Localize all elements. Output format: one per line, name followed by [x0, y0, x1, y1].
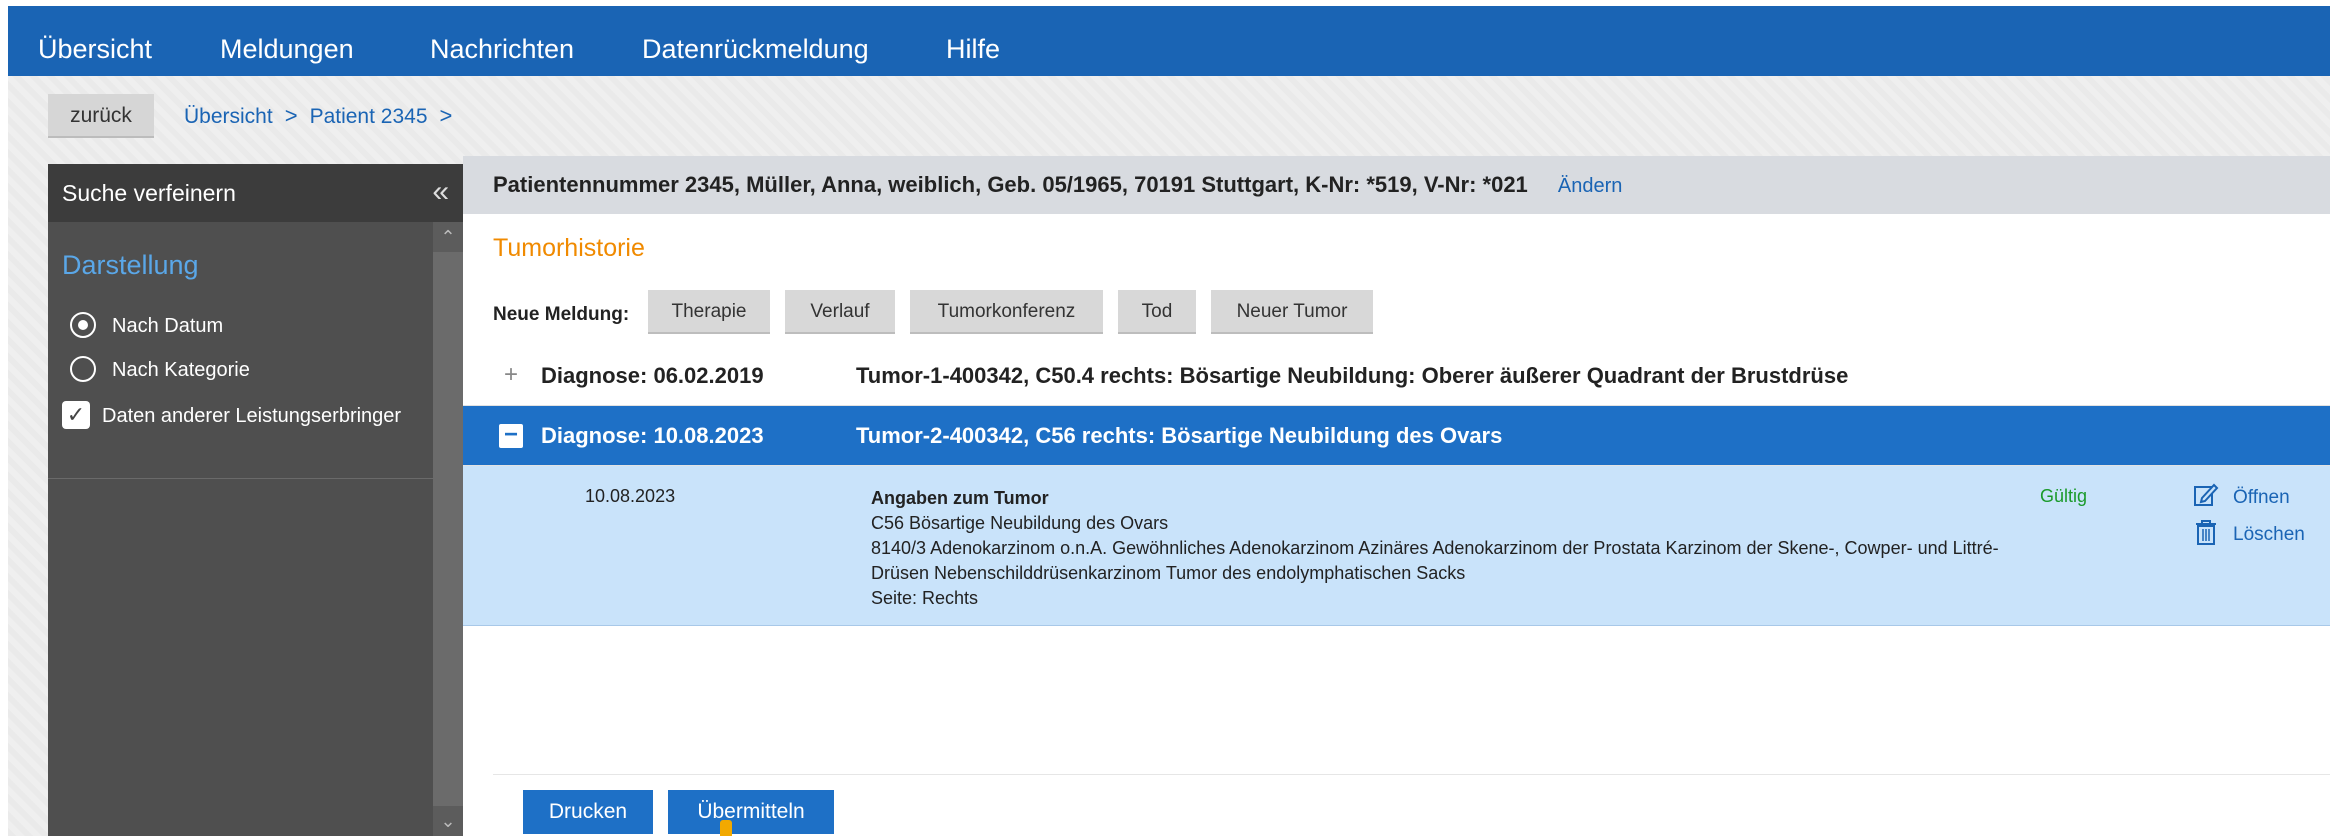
collapse-left-icon[interactable]: «	[432, 164, 449, 220]
detail-line: Seite: Rechts	[871, 588, 979, 608]
new-report-label: Neue Meldung:	[493, 304, 630, 325]
status-valid: Gültig	[2040, 486, 2088, 506]
verlauf-button[interactable]: Verlauf	[785, 290, 895, 334]
open-action[interactable]: Öffnen	[2193, 482, 2290, 514]
detail-body: Angaben zum Tumor C56 Bösartige Neubildu…	[871, 486, 2051, 611]
sidebar-title: Suche verfeinern	[62, 180, 236, 206]
tumor-history-title: Tumorhistorie	[493, 234, 645, 262]
pointer-cursor-icon	[720, 820, 732, 836]
radio-nach-kategorie[interactable]: Nach Kategorie	[70, 354, 250, 386]
trash-icon[interactable]	[2193, 518, 2219, 552]
patient-info-bar: Patientennummer 2345, Müller, Anna, weib…	[463, 156, 2330, 214]
refine-search-sidebar: Suche verfeinern « Darstellung Nach Datu…	[48, 164, 463, 836]
checkbox-other-providers[interactable]: ✓ Daten anderer Leistungserbringer	[62, 400, 432, 432]
diagnosis-row[interactable]: + Diagnose: 06.02.2019 Tumor-1-400342, C…	[463, 346, 2330, 406]
app-frame: Übersicht Meldungen Nachrichten Datenrüc…	[8, 6, 2330, 836]
diagnosis-date: Diagnose: 06.02.2019	[541, 363, 764, 388]
send-button[interactable]: Übermitteln	[668, 790, 834, 834]
sidebar-header: Suche verfeinern «	[48, 164, 463, 222]
detail-date: 10.08.2023	[585, 486, 676, 506]
radio-nach-datum[interactable]: Nach Datum	[70, 310, 223, 342]
nav-hilfe[interactable]: Hilfe	[946, 6, 1000, 76]
checkmark-icon[interactable]: ✓	[62, 400, 90, 429]
edit-icon[interactable]	[2193, 482, 2219, 514]
radio-label: Nach Datum	[112, 315, 224, 337]
nav-meldungen[interactable]: Meldungen	[220, 6, 354, 76]
print-button[interactable]: Drucken	[523, 790, 653, 834]
divider	[48, 478, 433, 479]
top-navigation: Übersicht Meldungen Nachrichten Datenrüc…	[8, 6, 2330, 76]
expand-plus-icon[interactable]: +	[499, 363, 523, 388]
breadcrumb-patient[interactable]: Patient 2345	[310, 105, 428, 128]
diagnosis-date: Diagnose: 10.08.2023	[541, 423, 764, 448]
diagnosis-description: Tumor-1-400342, C50.4 rechts: Bösartige …	[856, 363, 1849, 388]
tod-button[interactable]: Tod	[1118, 290, 1196, 334]
change-link[interactable]: Ändern	[1558, 175, 1623, 197]
detail-line: 8140/3 Adenokarzinom o.n.A. Gewöhnliches…	[871, 538, 1999, 583]
scroll-up-icon[interactable]: ⌃	[433, 222, 463, 252]
delete-action[interactable]: Löschen	[2193, 518, 2305, 552]
display-section-title: Darstellung	[62, 250, 199, 280]
delete-label[interactable]: Löschen	[2233, 524, 2305, 545]
tumor-detail-row: 10.08.2023 Angaben zum Tumor C56 Bösarti…	[463, 466, 2330, 626]
breadcrumb: Übersicht > Patient 2345 >	[184, 94, 464, 138]
breadcrumb-uebersicht[interactable]: Übersicht	[184, 105, 273, 128]
diagnosis-description: Tumor-2-400342, C56 rechts: Bösartige Ne…	[856, 423, 1503, 448]
radio-checked-icon[interactable]	[70, 311, 96, 338]
therapie-button[interactable]: Therapie	[648, 290, 770, 334]
nav-datenrueckmeldung[interactable]: Datenrückmeldung	[642, 6, 869, 76]
patient-info: Patientennummer 2345, Müller, Anna, weib…	[493, 172, 1528, 197]
radio-label: Nach Kategorie	[112, 359, 250, 381]
chevron-right-icon: >	[439, 103, 453, 128]
diagnosis-row-expanded[interactable]: − Diagnose: 10.08.2023 Tumor-2-400342, C…	[463, 406, 2330, 466]
open-label[interactable]: Öffnen	[2233, 487, 2290, 508]
radio-unchecked-icon[interactable]	[70, 355, 96, 382]
back-button[interactable]: zurück	[48, 94, 154, 138]
tumorkonferenz-button[interactable]: Tumorkonferenz	[910, 290, 1103, 334]
sidebar-scrollbar[interactable]: ⌃ ⌄	[433, 222, 463, 836]
nav-uebersicht[interactable]: Übersicht	[38, 6, 152, 76]
nav-nachrichten[interactable]: Nachrichten	[430, 6, 574, 76]
scroll-down-icon[interactable]: ⌄	[433, 806, 463, 836]
neuer-tumor-button[interactable]: Neuer Tumor	[1211, 290, 1373, 334]
detail-title: Angaben zum Tumor	[871, 488, 1049, 508]
chevron-right-icon: >	[284, 103, 298, 128]
divider	[493, 774, 2330, 775]
detail-line: C56 Bösartige Neubildung des Ovars	[871, 513, 1169, 533]
checkbox-label: Daten anderer Leistungserbringer	[102, 405, 402, 427]
main-panel: Patientennummer 2345, Müller, Anna, weib…	[463, 156, 2330, 836]
collapse-minus-icon[interactable]: −	[499, 423, 523, 448]
